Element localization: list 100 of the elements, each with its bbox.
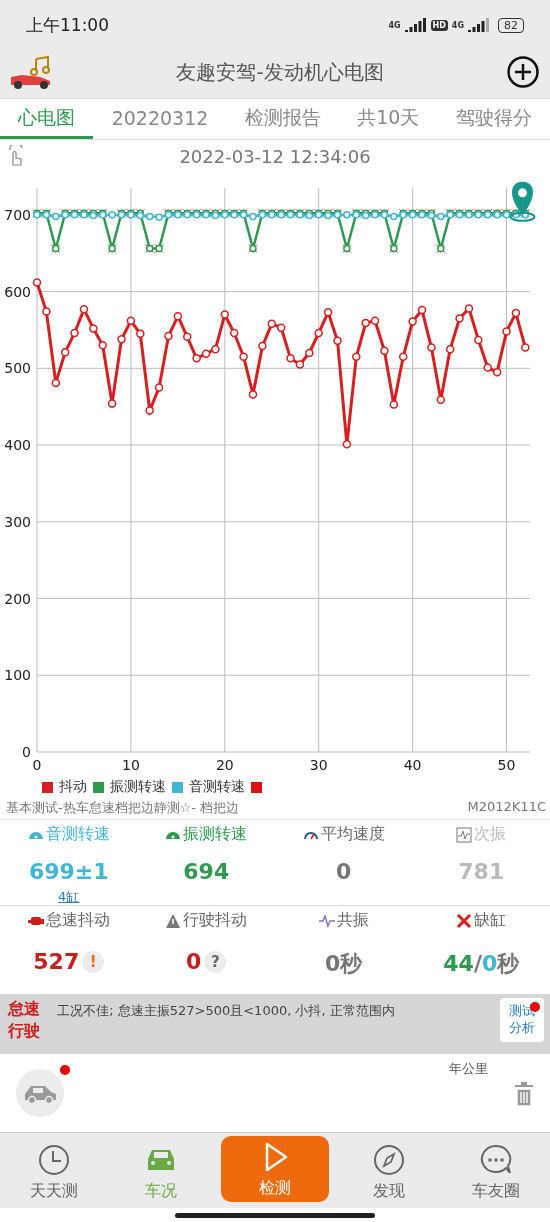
hand-pointer-icon[interactable] — [6, 145, 26, 167]
point — [305, 348, 314, 358]
legend-swatch — [42, 781, 53, 793]
point — [51, 378, 61, 388]
nav-tab[interactable]: 天天测 — [0, 1136, 108, 1208]
stat-value: 0秒 — [325, 950, 363, 978]
stat-label: 音测转速 — [45, 824, 110, 845]
tab[interactable]: 20220312 — [93, 99, 227, 139]
nav-tab[interactable]: 车友圈 — [442, 1136, 550, 1208]
point — [417, 305, 427, 315]
point — [455, 314, 464, 323]
nav-tab[interactable]: 车况 — [107, 1136, 216, 1208]
point — [192, 354, 201, 363]
point — [380, 346, 389, 355]
tab[interactable]: 检测报告 — [226, 99, 339, 139]
legend-label: 音测转速 — [189, 778, 245, 796]
point — [211, 344, 220, 354]
point — [521, 343, 530, 352]
timestamp: 2022-03-12 12:34:06 — [178, 145, 372, 167]
point — [398, 352, 408, 362]
point — [145, 406, 154, 415]
point — [89, 324, 98, 333]
point — [42, 307, 51, 316]
y-axis-label: 200 — [4, 590, 31, 607]
point — [239, 352, 248, 362]
alert-label: 怠速行驶 — [8, 998, 41, 1042]
x-axis-label: 0 — [32, 757, 42, 773]
point — [511, 308, 521, 318]
trash-icon[interactable] — [514, 1082, 534, 1106]
stat-value: 694 — [183, 859, 230, 884]
x-axis-label: 20 — [215, 757, 234, 773]
warning-icon — [165, 912, 182, 929]
legend-swatch — [172, 781, 183, 793]
cross-icon — [456, 912, 473, 929]
stat-value: 527 — [33, 949, 80, 974]
legend-label: 抖动 — [59, 778, 87, 796]
y-axis-label: 100 — [4, 667, 31, 684]
stat-label: 缺缸 — [474, 910, 507, 931]
y-axis-label: 400 — [4, 437, 31, 454]
signal-icon — [468, 18, 490, 32]
point — [249, 212, 257, 221]
hint-badge[interactable]: ! — [82, 950, 105, 973]
point — [79, 304, 89, 314]
point — [445, 344, 455, 354]
vehicle-avatar[interactable] — [16, 1069, 64, 1117]
x-axis-label: 50 — [497, 757, 516, 773]
network-label: 4G — [388, 20, 401, 30]
point — [164, 331, 173, 341]
point — [201, 349, 211, 358]
point — [502, 327, 511, 336]
status-time: 上午11:00 — [26, 13, 109, 37]
point — [314, 328, 323, 338]
battery-indicator: 82 — [498, 17, 524, 33]
point — [333, 336, 342, 345]
alert-message: 工况不佳; 怠速主振527>500且<1000, 小抖, 正常范围内 — [57, 1002, 396, 1020]
x-axis-label: 10 — [122, 757, 140, 773]
point — [427, 343, 436, 352]
compass-icon — [371, 1142, 406, 1177]
add-icon[interactable] — [506, 55, 540, 89]
tab[interactable]: 驾驶得分 — [437, 99, 550, 139]
point — [258, 341, 267, 351]
cylinder-link[interactable]: 4缸 — [58, 888, 80, 906]
point — [492, 367, 502, 377]
point — [229, 328, 239, 338]
y-axis-label: 300 — [4, 513, 31, 530]
nav-tab[interactable]: 发现 — [334, 1136, 443, 1208]
point — [155, 213, 163, 221]
tab[interactable]: 共10天 — [339, 99, 438, 139]
point — [136, 329, 145, 339]
hint-badge[interactable]: ? — [204, 950, 227, 973]
legend-swatch — [93, 781, 104, 793]
point — [107, 399, 117, 408]
point — [126, 316, 136, 325]
test-description: 基本测试-热车怠速档把边静测☆- 档把边 — [6, 799, 240, 817]
clock-icon — [36, 1142, 71, 1177]
point — [408, 317, 417, 326]
point — [295, 360, 305, 369]
app-title: 友趣安驾-发动机心电图 — [176, 58, 384, 86]
point — [474, 335, 483, 345]
network-label: 4G — [451, 20, 464, 30]
y-axis-label: 600 — [4, 283, 31, 300]
point — [220, 310, 230, 319]
point — [437, 212, 445, 221]
point — [60, 347, 70, 357]
stat-value: 44/0秒 — [443, 950, 520, 978]
point — [436, 395, 446, 405]
point — [248, 390, 258, 399]
waveform-icon — [456, 826, 473, 843]
point — [361, 318, 370, 328]
tab[interactable]: 心电图 — [0, 99, 94, 139]
point — [145, 212, 154, 221]
point — [286, 354, 295, 363]
point — [390, 212, 398, 221]
nav-tab[interactable]: 检测 — [221, 1136, 329, 1202]
stat-label: 振测转速 — [183, 824, 248, 845]
map-pin-icon[interactable] — [509, 181, 536, 222]
stat-value: 0 — [336, 859, 352, 884]
stat-label: 怠速抖动 — [45, 910, 110, 931]
legend-label: 振测转速 — [110, 778, 166, 796]
point — [267, 319, 277, 329]
